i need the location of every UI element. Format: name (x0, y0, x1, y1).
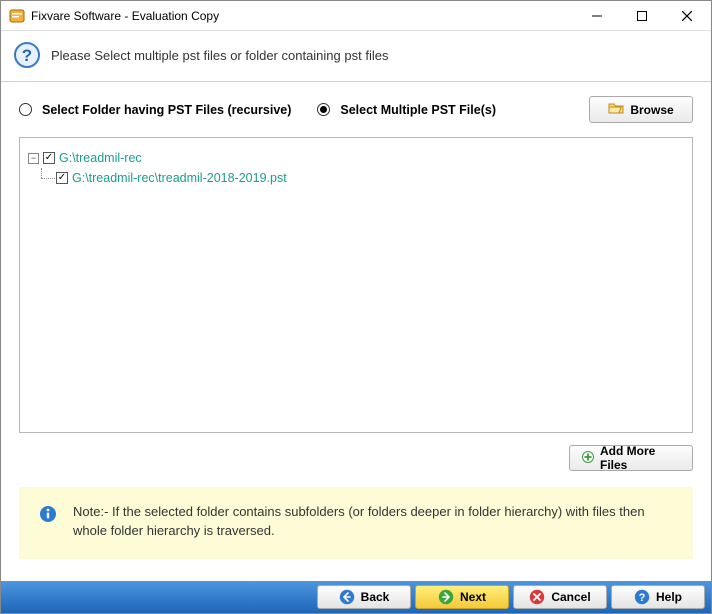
next-label: Next (460, 590, 486, 604)
header: ? Please Select multiple pst files or fo… (1, 31, 711, 82)
close-icon (682, 11, 692, 21)
help-button[interactable]: ? Help (611, 585, 705, 609)
checkbox-root[interactable]: ✓ (43, 152, 55, 164)
svg-text:?: ? (639, 592, 646, 604)
instruction-text: Please Select multiple pst files or fold… (51, 48, 388, 63)
tree-file-label: G:\treadmil-rec\treadmil-2018-2019.pst (72, 168, 287, 188)
file-tree[interactable]: − ✓ G:\treadmil-rec ✓ G:\treadmil-rec\tr… (19, 137, 693, 433)
back-label: Back (361, 590, 390, 604)
help-icon: ? (634, 589, 650, 605)
app-icon (9, 8, 25, 24)
note-box: Note:- If the selected folder contains s… (19, 487, 693, 559)
title-bar: Fixvare Software - Evaluation Copy (1, 1, 711, 31)
note-text: Note:- If the selected folder contains s… (73, 503, 673, 541)
tree-root-row[interactable]: − ✓ G:\treadmil-rec (28, 148, 684, 168)
help-label: Help (656, 590, 682, 604)
cancel-button[interactable]: Cancel (513, 585, 607, 609)
window-title: Fixvare Software - Evaluation Copy (31, 9, 574, 23)
folder-open-icon (608, 101, 624, 118)
next-button[interactable]: Next (415, 585, 509, 609)
add-more-row: Add More Files (1, 441, 711, 481)
add-more-label: Add More Files (600, 444, 680, 472)
info-icon (39, 505, 57, 523)
add-more-files-button[interactable]: Add More Files (569, 445, 693, 471)
tree-file-row[interactable]: ✓ G:\treadmil-rec\treadmil-2018-2019.pst (28, 168, 684, 188)
radio-multiple[interactable] (317, 103, 330, 116)
footer-bar: Back Next Cancel ? Help (1, 581, 711, 613)
next-icon (438, 589, 454, 605)
minimize-button[interactable] (574, 2, 619, 30)
browse-label: Browse (630, 103, 673, 117)
minimize-icon (592, 11, 602, 21)
cancel-label: Cancel (551, 590, 590, 604)
close-button[interactable] (664, 2, 709, 30)
checkbox-file[interactable]: ✓ (56, 172, 68, 184)
browse-button[interactable]: Browse (589, 96, 693, 123)
cancel-icon (529, 589, 545, 605)
plus-icon (582, 451, 594, 466)
radio-folder[interactable] (19, 103, 32, 116)
options-row: Select Folder having PST Files (recursiv… (1, 82, 711, 133)
maximize-icon (637, 11, 647, 21)
tree-root-label: G:\treadmil-rec (59, 148, 142, 168)
question-icon: ? (13, 41, 41, 69)
collapse-icon[interactable]: − (28, 153, 39, 164)
svg-text:?: ? (22, 46, 32, 65)
back-button[interactable]: Back (317, 585, 411, 609)
back-icon (339, 589, 355, 605)
maximize-button[interactable] (619, 2, 664, 30)
radio-multiple-label: Select Multiple PST File(s) (340, 103, 496, 117)
radio-folder-label: Select Folder having PST Files (recursiv… (42, 103, 291, 117)
